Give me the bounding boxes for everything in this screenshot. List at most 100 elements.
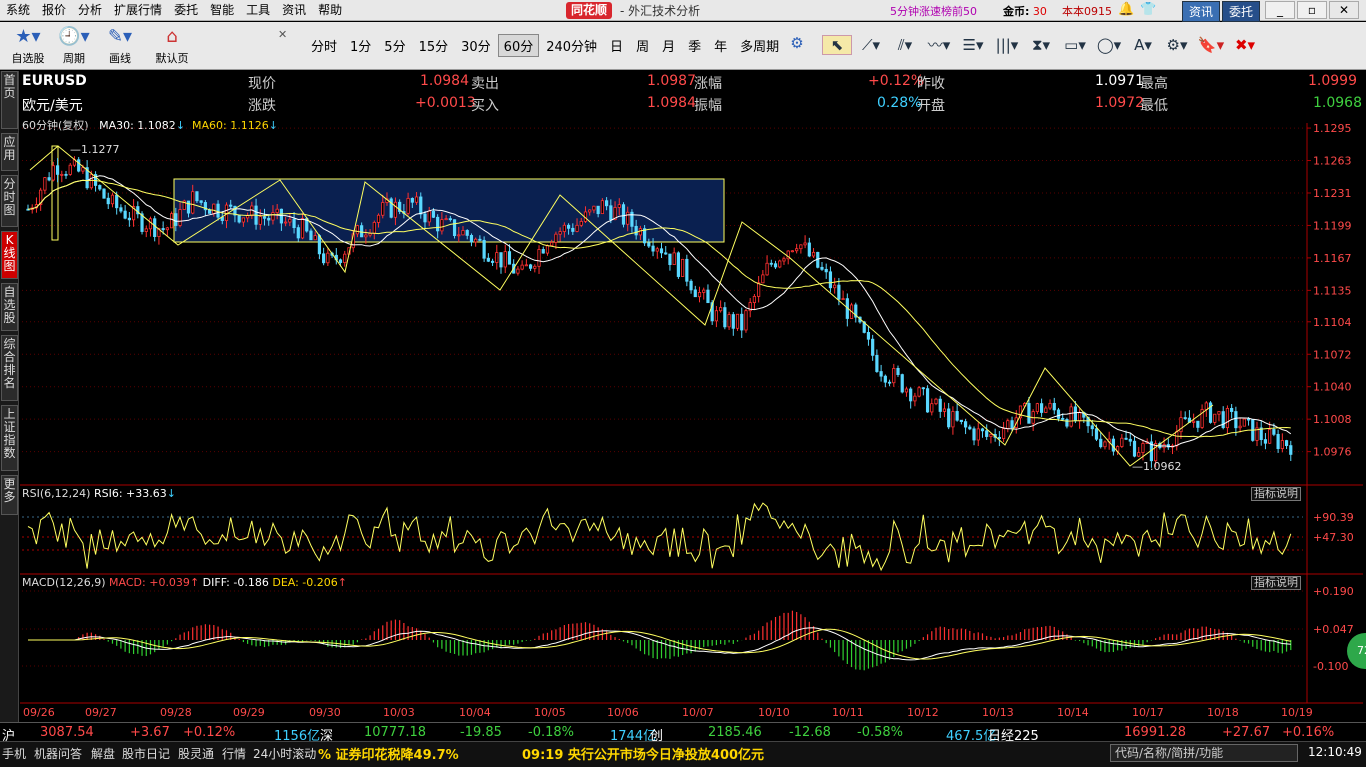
candle-body	[81, 167, 85, 172]
candle-body	[161, 228, 165, 231]
candle-body	[1284, 440, 1289, 447]
candle-body	[524, 264, 528, 267]
candle-body	[474, 238, 478, 243]
candle-body	[579, 220, 583, 226]
candle-body	[896, 367, 900, 375]
candle-body	[1040, 403, 1044, 413]
candle-body	[89, 174, 93, 189]
status-value: +0.16%	[1282, 725, 1335, 740]
status-value: 2185.46	[708, 725, 762, 740]
candle-body	[1137, 452, 1141, 457]
candle-body	[972, 428, 976, 441]
bottom-tab[interactable]: 解盘	[91, 745, 115, 762]
macd-tick-label: -0.100	[1313, 660, 1348, 673]
candle-body	[664, 252, 668, 255]
candle-body	[1268, 429, 1272, 444]
macd-tick-label: +0.047	[1313, 623, 1354, 636]
price-chart[interactable]: 1.1295 1.1263 1.1231 1.1199 1.1167 1.1135 1.11…	[0, 0, 1366, 767]
candle-body	[731, 314, 735, 329]
candle-body	[144, 228, 148, 232]
candle-body	[604, 200, 609, 207]
candle-body	[837, 284, 841, 300]
candle-body	[148, 218, 153, 230]
candle-body	[123, 210, 127, 219]
bottom-tab[interactable]: 24小时滚动	[253, 745, 316, 762]
candle-body	[1280, 440, 1284, 449]
rsi-tick-label: +47.30	[1313, 531, 1354, 544]
candle-body	[782, 258, 786, 262]
candle-body	[482, 239, 486, 259]
candle-body	[989, 433, 993, 437]
date-tick-label: 09/30	[309, 706, 341, 719]
candle-body	[98, 185, 102, 190]
bottom-tab[interactable]: 行情	[222, 745, 246, 762]
search-input[interactable]: 代码/名称/简拼/功能	[1110, 744, 1298, 762]
candle-body	[930, 403, 934, 413]
price-tick-label: 1.1072	[1313, 348, 1352, 361]
candle-body	[499, 252, 503, 268]
candle-body	[275, 208, 279, 213]
candle-body	[317, 235, 322, 255]
diff-line	[28, 627, 1291, 661]
candle-body	[1234, 411, 1238, 429]
candle-body	[866, 332, 871, 340]
candle-body	[1192, 420, 1196, 423]
candle-body	[364, 234, 368, 238]
macd-help-button[interactable]: 指标说明	[1251, 576, 1301, 590]
candle-body	[828, 271, 833, 289]
candle-body	[735, 313, 740, 329]
candle-body	[372, 222, 376, 234]
candle-body	[1132, 440, 1137, 457]
candle-body	[963, 421, 968, 428]
candle-body	[795, 248, 799, 252]
candle-body	[1204, 402, 1208, 410]
candle-body	[191, 191, 195, 214]
bottom-tab[interactable]: 机器问答	[34, 745, 82, 762]
candle-body	[271, 212, 275, 221]
candle-body	[562, 224, 566, 232]
candle-body	[803, 242, 807, 246]
candle-body	[47, 177, 51, 181]
candle-body	[571, 227, 575, 232]
candle-body	[1078, 412, 1082, 422]
date-tick-label: 09/29	[233, 706, 265, 719]
status-value: -0.58%	[857, 725, 903, 740]
date-tick-label: 10/19	[1281, 706, 1313, 719]
candle-body	[634, 225, 638, 236]
candle-body	[288, 218, 292, 223]
rsi-help-button[interactable]: 指标说明	[1251, 487, 1301, 501]
price-tick-label: 1.0976	[1313, 446, 1352, 459]
bottom-tab[interactable]: 股市日记	[122, 745, 170, 762]
candle-body	[1048, 402, 1052, 409]
candle-body	[723, 307, 727, 328]
candle-body	[959, 419, 963, 423]
candle-body	[537, 249, 541, 267]
candle-body	[942, 408, 947, 412]
candle-body	[617, 204, 621, 208]
price-tick-label: 1.1295	[1313, 122, 1352, 135]
candle-body	[1120, 437, 1124, 447]
candle-body	[638, 228, 642, 236]
news-ticker-pct[interactable]: % 证券印花税降49.7%	[318, 744, 459, 763]
news-ticker[interactable]: 09:19 央行公开市场今日净投放400亿元	[522, 744, 764, 763]
candle-body	[1230, 408, 1234, 412]
status-value: -19.85	[460, 725, 502, 740]
bottom-tab[interactable]: 手机	[2, 745, 26, 762]
candle-body	[727, 314, 731, 328]
candle-body	[1276, 433, 1280, 449]
bottom-tab[interactable]: 股灵通	[178, 745, 214, 762]
candle-body	[968, 426, 972, 430]
candle-body	[1141, 443, 1145, 453]
candle-body	[338, 259, 343, 263]
candle-body	[955, 411, 959, 421]
candle-body	[909, 388, 913, 402]
candle-body	[719, 307, 723, 312]
date-tick-label: 09/26	[23, 706, 55, 719]
candle-body	[921, 387, 925, 390]
candle-body	[178, 209, 182, 226]
candle-body	[554, 233, 558, 243]
candle-body	[389, 198, 393, 218]
date-tick-label: 10/12	[907, 706, 939, 719]
candle-body	[609, 205, 613, 221]
index-status-bar: 沪 3087.54 +3.67 +0.12% 1156亿深 10777.18 -19.85-…	[0, 722, 1366, 744]
